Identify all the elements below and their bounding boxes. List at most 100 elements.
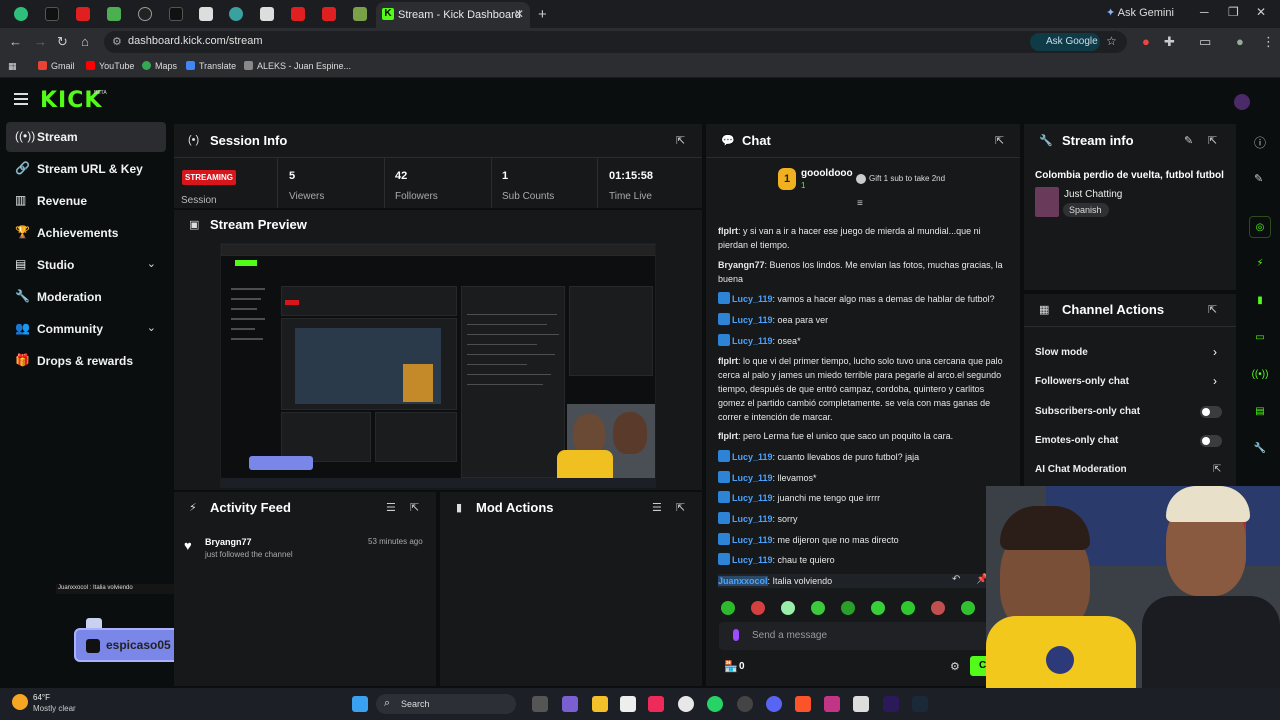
minimize-icon[interactable]: ─ [1200, 5, 1209, 19]
whatsapp-icon[interactable] [707, 696, 723, 712]
taskview-icon[interactable] [532, 696, 548, 712]
youtube-tab-icon[interactable] [322, 7, 336, 21]
expand-icon[interactable]: ⇱ [1208, 303, 1217, 316]
emote-icon[interactable] [871, 601, 885, 615]
emote-icon[interactable] [751, 601, 765, 615]
sidebar-item-drops-rewards[interactable]: 🎁 Drops & rewards [6, 346, 166, 376]
tab-favicon-icon[interactable] [14, 7, 28, 21]
taskbar-search[interactable]: ⌕ Search [376, 694, 516, 714]
bookmark-aleks[interactable]: ALEKS - Juan Espine... [244, 61, 351, 71]
extension-icon[interactable]: ● [1142, 34, 1150, 49]
brave-icon[interactable] [795, 696, 811, 712]
gemini-tab-icon[interactable] [229, 7, 243, 21]
info-icon[interactable]: ⓘ [1254, 134, 1266, 151]
chevron-right-icon[interactable]: › [1213, 345, 1217, 359]
sidebar-item-stream-url-key[interactable]: 🔗 Stream URL & Key [6, 154, 166, 184]
chat-tool-icon[interactable]: ▭ [1249, 327, 1271, 349]
wrench-tool-icon[interactable]: 🔧 [1249, 438, 1271, 460]
sidebar-item-studio[interactable]: ▤ Studio ⌄ [6, 250, 166, 280]
home-icon[interactable]: ⌂ [81, 34, 89, 49]
camera-tool-icon[interactable]: ◎ [1249, 216, 1271, 238]
followers-only-label[interactable]: Followers-only chat [1035, 376, 1129, 387]
maximize-icon[interactable]: ❐ [1228, 5, 1239, 19]
chat-username[interactable]: Lucy_119 [732, 315, 773, 325]
store-icon[interactable]: 🏪 [724, 660, 738, 673]
chat-username[interactable]: Lucy_119 [732, 336, 773, 346]
chat-username[interactable]: Lucy_119 [732, 452, 773, 462]
extensions-puzzle-icon[interactable]: ✚ [1164, 34, 1175, 50]
sidepanel-icon[interactable]: ▭ [1199, 34, 1211, 50]
expand-icon[interactable]: ⇱ [676, 134, 685, 147]
premiere-icon[interactable] [883, 696, 899, 712]
emote-icon[interactable] [961, 601, 975, 615]
sidebar-item-moderation[interactable]: 🔧 Moderation [6, 282, 166, 312]
windows-start-icon[interactable] [352, 696, 368, 712]
collapse-icon[interactable]: ≡ [857, 198, 863, 209]
lightning-tool-icon[interactable]: ⚡ [1249, 253, 1271, 275]
filter-icon[interactable]: ☰ [652, 501, 662, 514]
tiktok-app-icon[interactable] [648, 696, 664, 712]
omnibox[interactable]: ⚙ dashboard.kick.com/stream [104, 31, 1127, 53]
chat-username[interactable]: Lucy_119 [732, 535, 773, 545]
emote-icon[interactable] [931, 601, 945, 615]
ask-google-button[interactable]: Ask Google [1030, 33, 1100, 51]
chevron-right-icon[interactable]: › [1213, 374, 1217, 388]
chrome-icon[interactable] [678, 696, 694, 712]
chat-username[interactable]: Lucy_119 [732, 294, 773, 304]
emote-icon[interactable] [781, 601, 795, 615]
category-name[interactable]: Just Chatting [1064, 189, 1122, 200]
youtube-tab-icon[interactable] [291, 7, 305, 21]
capcut-icon[interactable] [853, 696, 869, 712]
bookmark-translate[interactable]: Translate [186, 61, 236, 71]
emote-icon[interactable] [841, 601, 855, 615]
chat-username[interactable]: Lucy_119 [732, 473, 773, 483]
chat-username[interactable]: Bryangn77 [718, 260, 765, 270]
close-window-icon[interactable]: ✕ [1256, 5, 1266, 19]
hamburger-menu-icon[interactable] [14, 93, 28, 105]
app-icon[interactable] [737, 696, 753, 712]
microphone-icon[interactable] [733, 629, 739, 641]
sidebar-item-stream[interactable]: ((•)) Stream [6, 122, 166, 152]
chat-username[interactable]: Juanxxocol [718, 576, 768, 586]
discord-icon[interactable] [766, 696, 782, 712]
pencil-icon[interactable]: ✎ [1184, 134, 1193, 147]
instagram-app-icon[interactable] [824, 696, 840, 712]
slow-mode-label[interactable]: Slow mode [1035, 347, 1088, 358]
sidebar-item-revenue[interactable]: ▥ Revenue [6, 186, 166, 216]
bookmark-youtube[interactable]: YouTube [86, 61, 134, 71]
chat-message-input[interactable]: Send a message [719, 622, 989, 650]
layout-tool-icon[interactable]: ▤ [1249, 401, 1271, 423]
weather-temp[interactable]: 64°F [33, 693, 50, 702]
close-tab-icon[interactable]: ✕ [514, 7, 524, 21]
bookmark-gmail[interactable]: Gmail [38, 61, 75, 71]
reload-icon[interactable]: ↻ [57, 34, 68, 50]
profile-icon[interactable]: ● [1236, 34, 1244, 49]
broadcast-tool-icon[interactable]: ((•)) [1249, 364, 1271, 386]
reply-icon[interactable]: ↶ [952, 574, 960, 585]
chat-username[interactable]: Lucy_119 [732, 514, 773, 524]
tab-icon[interactable] [138, 7, 152, 21]
active-browser-tab[interactable]: K Stream - Kick Dashboard ✕ [376, 2, 530, 28]
stream-preview-video[interactable] [220, 243, 656, 488]
emotes-only-toggle[interactable] [1200, 435, 1222, 447]
site-info-icon[interactable]: ⚙ [112, 35, 122, 48]
apps-grid-icon[interactable]: ▦ [8, 61, 17, 72]
ai-moderation-label[interactable]: AI Chat Moderation [1035, 464, 1127, 475]
category-thumbnail[interactable] [1035, 187, 1059, 217]
sidebar-item-achievements[interactable]: 🏆 Achievements [6, 218, 166, 248]
activity-username[interactable]: Bryangn77 [205, 537, 252, 547]
emote-icon[interactable] [721, 601, 735, 615]
expand-icon[interactable]: ⇱ [1208, 134, 1217, 147]
tab-icon[interactable] [353, 7, 367, 21]
gear-icon[interactable]: ⚙ [950, 660, 960, 673]
sidebar-item-community[interactable]: 👥 Community ⌄ [6, 314, 166, 344]
chat-username[interactable]: Lucy_119 [732, 493, 773, 503]
chat-username[interactable]: flplrt [718, 431, 738, 441]
expand-icon[interactable]: ⇱ [410, 501, 419, 514]
pencil-icon[interactable]: ✎ [1254, 172, 1263, 185]
expand-icon[interactable]: ⇱ [995, 134, 1004, 147]
copilot-icon[interactable] [562, 696, 578, 712]
chat-username[interactable]: flplrt [718, 226, 738, 236]
menu-kebab-icon[interactable]: ⋮ [1262, 34, 1275, 50]
new-tab-icon[interactable]: + [538, 6, 547, 23]
